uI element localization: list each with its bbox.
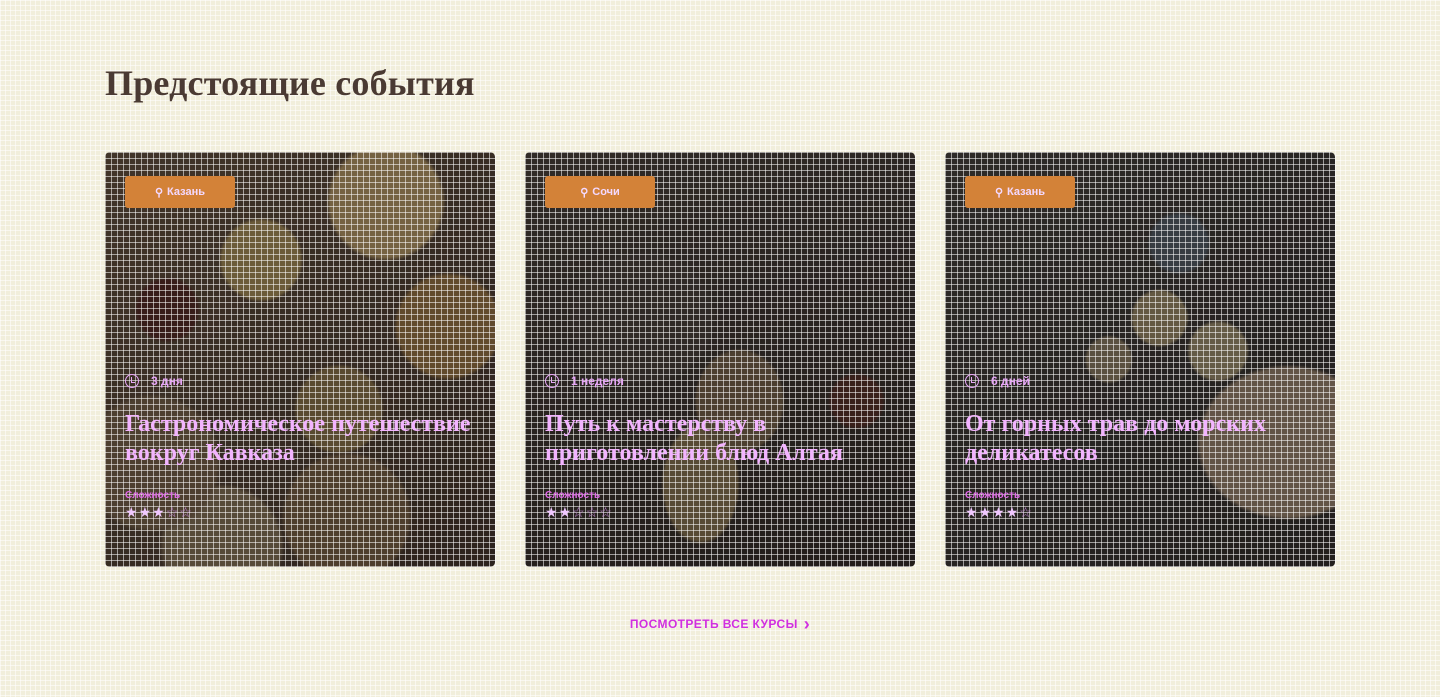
difficulty-rating: ★★★★☆ bbox=[965, 505, 1315, 522]
duration: 6 дней bbox=[991, 374, 1030, 388]
difficulty-rating: ★★★☆☆ bbox=[125, 505, 475, 522]
card-title[interactable]: Гастрономическое путешествие вокруг Кавк… bbox=[125, 410, 475, 468]
star-icon: ☆ bbox=[165, 506, 180, 521]
star-icon: ★ bbox=[152, 506, 166, 521]
card-body: 3 дня Гастрономическое путешествие вокру… bbox=[125, 374, 475, 522]
page-title: Предстоящие события bbox=[105, 63, 475, 103]
duration: 3 дня bbox=[151, 374, 183, 388]
star-icon: ★ bbox=[978, 506, 993, 521]
location-badge: ⚲ Казань bbox=[965, 176, 1075, 208]
star-icon: ☆ bbox=[572, 506, 586, 521]
duration-row: 3 дня bbox=[125, 374, 475, 388]
card-title[interactable]: От горных трав до морских деликатесов bbox=[965, 410, 1315, 468]
difficulty-label: Сложность bbox=[965, 490, 1021, 501]
clock-icon bbox=[545, 374, 559, 388]
card-body: 1 неделя Путь к мастерству в приготовлен… bbox=[545, 374, 895, 522]
map-pin-icon: ⚲ bbox=[994, 186, 1004, 199]
location-badge: ⚲ Казань bbox=[125, 176, 235, 208]
location-label: Казань bbox=[167, 186, 205, 198]
event-card[interactable]: ⚲ Сочи 1 неделя Путь к мастерству в приг… bbox=[525, 152, 915, 567]
view-all-courses-link[interactable]: ПОСМОТРЕТЬ ВСЕ КУРСЫ › bbox=[0, 614, 1440, 635]
star-icon: ★ bbox=[125, 506, 139, 521]
event-card[interactable]: ⚲ Казань 6 дней От горных трав до морски… bbox=[945, 152, 1335, 567]
view-all-label: ПОСМОТРЕТЬ ВСЕ КУРСЫ bbox=[629, 617, 798, 631]
star-icon: ★ bbox=[1005, 506, 1020, 521]
location-label: Казань bbox=[1007, 186, 1045, 198]
star-icon: ☆ bbox=[585, 506, 600, 521]
location-label: Сочи bbox=[592, 186, 620, 198]
star-icon: ☆ bbox=[1019, 506, 1033, 521]
difficulty-rating: ★★☆☆☆ bbox=[545, 505, 895, 522]
location-badge: ⚲ Сочи bbox=[545, 176, 655, 208]
event-card[interactable]: ⚲ Казань 3 дня Гастрономическое путешест… bbox=[105, 152, 495, 567]
difficulty-label: Сложность bbox=[545, 490, 601, 501]
duration: 1 неделя bbox=[571, 374, 624, 388]
map-pin-icon: ⚲ bbox=[580, 186, 589, 199]
star-icon: ★ bbox=[992, 506, 1006, 521]
event-cards: ⚲ Казань 3 дня Гастрономическое путешест… bbox=[105, 152, 1335, 567]
difficulty-label: Сложность bbox=[125, 490, 181, 501]
clock-icon bbox=[965, 374, 979, 388]
star-icon: ★ bbox=[138, 506, 153, 521]
chevron-right-icon: › bbox=[803, 614, 811, 634]
star-icon: ☆ bbox=[599, 506, 613, 521]
card-title[interactable]: Путь к мастерству в приготовлении блюд А… bbox=[545, 410, 895, 468]
star-icon: ★ bbox=[558, 506, 573, 521]
duration-row: 1 неделя bbox=[545, 374, 895, 388]
star-icon: ★ bbox=[545, 506, 559, 521]
clock-icon bbox=[125, 374, 139, 388]
card-body: 6 дней От горных трав до морских деликат… bbox=[965, 374, 1315, 522]
star-icon: ★ bbox=[965, 506, 979, 521]
duration-row: 6 дней bbox=[965, 374, 1315, 388]
map-pin-icon: ⚲ bbox=[154, 186, 164, 199]
star-icon: ☆ bbox=[179, 506, 193, 521]
